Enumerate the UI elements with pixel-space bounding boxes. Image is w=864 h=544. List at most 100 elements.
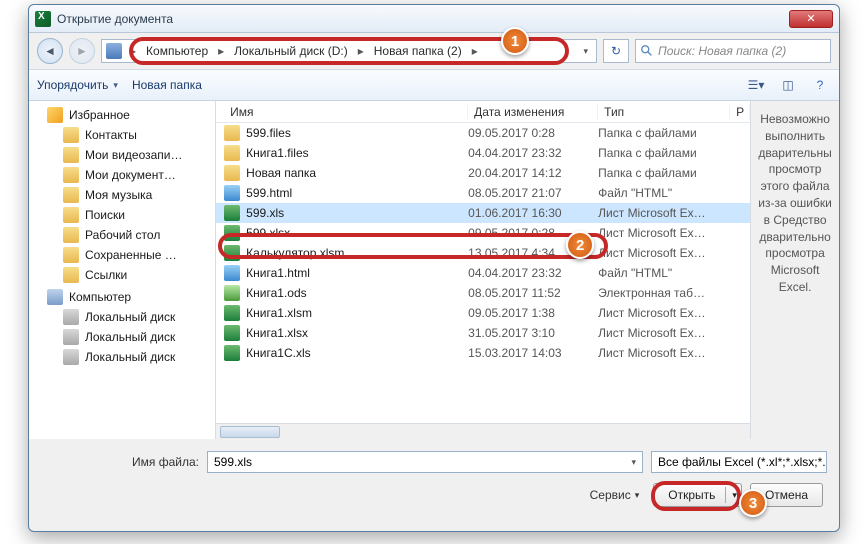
ods-icon (224, 285, 240, 301)
folder-icon (63, 127, 79, 143)
file-row[interactable]: Книга1C.xls15.03.2017 14:03Лист Microsof… (216, 343, 750, 363)
forward-button[interactable]: ► (69, 38, 95, 64)
crumb-folder[interactable]: Новая папка (2) (368, 40, 468, 62)
scroll-thumb[interactable] (220, 426, 280, 438)
open-button[interactable]: Открыть▾ (653, 483, 742, 507)
close-button[interactable]: ✕ (789, 10, 833, 28)
computer-icon (106, 43, 122, 59)
dialog-bottom: Имя файла: 599.xls Все файлы Excel (*.xl… (29, 439, 839, 517)
file-row[interactable]: 599.xls01.06.2017 16:30Лист Microsoft Ex… (216, 203, 750, 223)
file-row[interactable]: 599.xlsx09.05.2017 0:28Лист Microsoft Ex… (216, 223, 750, 243)
folder-icon (63, 207, 79, 223)
new-folder-button[interactable]: Новая папка (132, 78, 202, 92)
col-name[interactable]: Имя (224, 105, 468, 119)
preview-pane-icon[interactable]: ◫ (777, 75, 799, 95)
tree-item[interactable]: Рабочий стол (29, 225, 215, 245)
tree-item[interactable]: Мои видеозапи… (29, 145, 215, 165)
chevron-down-icon[interactable]: ▾ (579, 46, 592, 57)
star-icon (47, 107, 63, 123)
tree-drive[interactable]: Локальный диск (29, 307, 215, 327)
filename-input[interactable]: 599.xls (207, 451, 643, 473)
file-list-pane: Имя Дата изменения Тип Р 2 599.files09.0… (216, 101, 750, 439)
col-type[interactable]: Тип (598, 105, 730, 119)
folder-icon (63, 267, 79, 283)
xls-icon (224, 205, 240, 221)
xls-icon (224, 225, 240, 241)
column-headers[interactable]: Имя Дата изменения Тип Р (216, 101, 750, 123)
folder-icon (224, 125, 240, 141)
dialog-body: Избранное КонтактыМои видеозапи…Мои доку… (29, 101, 839, 439)
drive-icon (63, 349, 79, 365)
file-row[interactable]: 599.html08.05.2017 21:07Файл "HTML" (216, 183, 750, 203)
annotation-badge-2: 2 (566, 231, 594, 259)
back-button[interactable]: ◄ (37, 38, 63, 64)
search-input[interactable]: Поиск: Новая папка (2) (635, 39, 831, 63)
chevron-right-icon: ▸ (470, 44, 480, 58)
file-row[interactable]: Книга1.files04.04.2017 23:32Папка с файл… (216, 143, 750, 163)
view-icon[interactable]: ☰▾ (745, 75, 767, 95)
tree-favorites[interactable]: Избранное (29, 105, 215, 125)
file-row[interactable]: Книга1.xlsm09.05.2017 1:38Лист Microsoft… (216, 303, 750, 323)
folder-icon (63, 187, 79, 203)
chevron-down-icon[interactable]: ▾ (732, 490, 737, 501)
nav-row: ◄ ► ▸ Компьютер ▸ Локальный диск (D:) ▸ … (29, 33, 839, 69)
horizontal-scrollbar[interactable] (216, 423, 750, 439)
nav-tree[interactable]: Избранное КонтактыМои видеозапи…Мои доку… (29, 101, 216, 439)
refresh-button[interactable]: ↻ (603, 39, 629, 63)
col-date[interactable]: Дата изменения (468, 105, 598, 119)
folder-icon (224, 145, 240, 161)
chevron-right-icon: ▸ (356, 44, 366, 58)
folder-icon (63, 247, 79, 263)
search-placeholder: Поиск: Новая папка (2) (658, 44, 786, 58)
window-title: Открытие документа (57, 12, 173, 26)
organize-menu[interactable]: Упорядочить (37, 78, 118, 92)
annotation-badge-1: 1 (501, 27, 529, 55)
tree-drive[interactable]: Локальный диск (29, 327, 215, 347)
html-icon (224, 185, 240, 201)
xls-icon (224, 305, 240, 321)
crumb-drive[interactable]: Локальный диск (D:) (228, 40, 354, 62)
service-menu[interactable]: Сервис (590, 488, 640, 502)
file-type-filter[interactable]: Все файлы Excel (*.xl*;*.xlsx;*.xl (651, 451, 827, 473)
file-row[interactable]: Книга1.html04.04.2017 23:32Файл "HTML" (216, 263, 750, 283)
tree-item[interactable]: Ссылки (29, 265, 215, 285)
xls-icon (224, 345, 240, 361)
toolbar: Упорядочить Новая папка ☰▾ ◫ ? (29, 69, 839, 101)
tree-item[interactable]: Сохраненные … (29, 245, 215, 265)
titlebar[interactable]: Открытие документа ✕ (29, 5, 839, 33)
folder-icon (63, 147, 79, 163)
excel-icon (35, 11, 51, 27)
tree-computer[interactable]: Компьютер (29, 287, 215, 307)
search-icon (640, 44, 654, 58)
computer-icon (47, 289, 63, 305)
file-row[interactable]: Книга1.xlsx31.05.2017 3:10Лист Microsoft… (216, 323, 750, 343)
open-file-dialog: Открытие документа ✕ ◄ ► ▸ Компьютер ▸ Л… (28, 4, 840, 532)
xls-icon (224, 325, 240, 341)
folder-icon (63, 227, 79, 243)
tree-item[interactable]: Мои документ… (29, 165, 215, 185)
chevron-right-icon: ▸ (216, 44, 226, 58)
file-row[interactable]: Книга1.ods08.05.2017 11:52Электронная та… (216, 283, 750, 303)
file-row[interactable]: Калькулятор.xlsm13.05.2017 4:34Лист Micr… (216, 243, 750, 263)
chevron-right-icon: ▸ (128, 44, 138, 58)
tree-item[interactable]: Контакты (29, 125, 215, 145)
tree-item[interactable]: Поиски (29, 205, 215, 225)
crumb-computer[interactable]: Компьютер (140, 40, 214, 62)
file-row[interactable]: Новая папка20.04.2017 14:12Папка с файла… (216, 163, 750, 183)
drive-icon (63, 309, 79, 325)
folder-icon (63, 167, 79, 183)
tree-item[interactable]: Моя музыка (29, 185, 215, 205)
annotation-badge-3: 3 (739, 489, 767, 517)
folder-icon (224, 165, 240, 181)
drive-icon (63, 329, 79, 345)
file-row[interactable]: 599.files09.05.2017 0:28Папка с файлами (216, 123, 750, 143)
filename-label: Имя файла: (41, 455, 199, 469)
preview-error-text: Невозможно выполнить дварительны просмот… (758, 112, 832, 294)
tree-drive[interactable]: Локальный диск (29, 347, 215, 367)
file-list[interactable]: 2 599.files09.05.2017 0:28Папка с файлам… (216, 123, 750, 423)
col-size[interactable]: Р (730, 105, 750, 119)
preview-pane: Невозможно выполнить дварительны просмот… (750, 101, 839, 439)
help-icon[interactable]: ? (809, 75, 831, 95)
xls-icon (224, 245, 240, 261)
html-icon (224, 265, 240, 281)
